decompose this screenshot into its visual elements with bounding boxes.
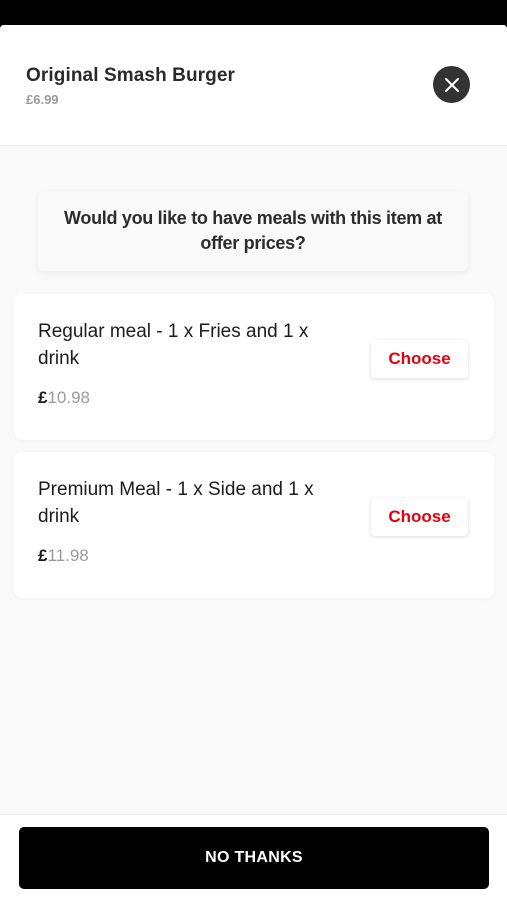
choose-button[interactable]: Choose xyxy=(371,340,468,378)
meal-price: £10.98 xyxy=(38,388,90,408)
meal-price-value: 11.98 xyxy=(47,546,89,565)
close-icon xyxy=(444,77,459,92)
meal-option-card: Regular meal - 1 x Fries and 1 x drink £… xyxy=(14,294,494,440)
meal-option-card: Premium Meal - 1 x Side and 1 x drink £1… xyxy=(14,452,494,598)
meal-price: £11.98 xyxy=(38,546,89,566)
meal-price-value: 10.98 xyxy=(47,388,91,407)
offer-question: Would you like to have meals with this i… xyxy=(64,208,442,253)
close-button[interactable] xyxy=(433,66,470,103)
sheet-header: Original Smash Burger £6.99 xyxy=(0,25,507,146)
meal-name: Regular meal - 1 x Fries and 1 x drink xyxy=(38,321,309,369)
meal-upsell-sheet: Original Smash Burger £6.99 Would you li… xyxy=(0,25,507,900)
sheet-footer: NO THANKS xyxy=(0,814,507,900)
choose-button[interactable]: Choose xyxy=(371,498,468,536)
no-thanks-button[interactable]: NO THANKS xyxy=(19,827,489,889)
item-price: £6.99 xyxy=(26,92,59,107)
offer-question-box: Would you like to have meals with this i… xyxy=(38,191,468,271)
item-title: Original Smash Burger xyxy=(26,65,236,86)
status-bar xyxy=(0,0,507,25)
meal-name: Premium Meal - 1 x Side and 1 x drink xyxy=(38,479,314,527)
